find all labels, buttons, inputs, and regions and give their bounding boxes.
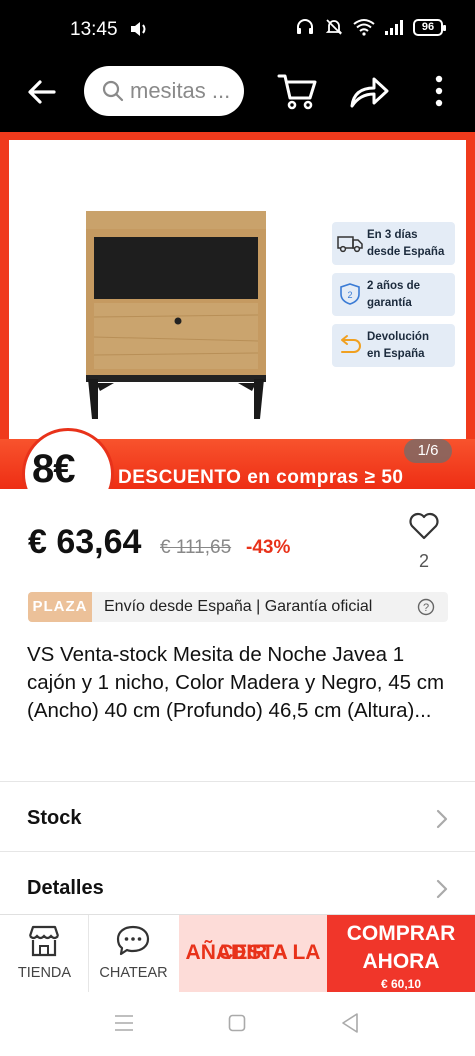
wishlist-count: 2 <box>418 551 429 571</box>
headset-icon <box>297 19 313 34</box>
badge-warranty-line1: 2 años de <box>367 279 421 292</box>
chat-label: CHATEAR <box>99 965 168 981</box>
buy-now-button[interactable]: COMPRAR AHORA € 60,10 <box>327 915 475 993</box>
cart-icon[interactable] <box>276 68 320 112</box>
system-nav-bar <box>0 992 475 1056</box>
back-arrow-icon[interactable] <box>22 72 62 112</box>
help-icon[interactable]: ? <box>417 598 435 616</box>
badge-return-line1: Devolución <box>367 330 429 343</box>
discount-percent: -43% <box>246 537 291 558</box>
badge-delivery-line1: En 3 días <box>367 228 418 241</box>
image-counter: 1/6 <box>404 439 452 463</box>
store-label: TIENDA <box>17 965 72 981</box>
more-options-icon[interactable] <box>426 70 452 112</box>
product-image-gallery[interactable]: En 3 días desde España 2 2 años de garan… <box>0 132 475 489</box>
promo-text: DESCUENTO en compras ≥ 50 <box>118 467 404 488</box>
search-icon <box>102 80 124 102</box>
badge-delivery: En 3 días desde España <box>332 222 455 265</box>
buy-line2: AHORA <box>362 950 440 973</box>
wifi-icon <box>353 19 375 36</box>
truck-icon <box>337 236 363 253</box>
battery-icon: 96 <box>413 18 446 36</box>
stock-label: Stock <box>27 807 82 829</box>
add-to-cart-button[interactable]: AÑADIR A LA CESTA <box>179 915 327 993</box>
product-image <box>86 211 266 419</box>
store-icon <box>28 925 60 957</box>
search-input[interactable]: mesitas ... <box>84 66 244 116</box>
home-icon[interactable] <box>228 1014 246 1032</box>
badge-return-line2: en España <box>367 347 425 360</box>
status-bar: 13:45 96 <box>0 0 475 58</box>
badge-warranty: 2 2 años de garantía <box>332 273 455 316</box>
promo-amount: 8€ <box>32 447 75 489</box>
status-icons: 96 <box>295 17 446 37</box>
mute-bell-icon <box>325 19 343 35</box>
share-icon[interactable] <box>348 70 390 112</box>
current-price: € 63,64 <box>28 523 142 561</box>
chat-button[interactable]: CHATEAR <box>89 915 178 993</box>
buy-line1: COMPRAR <box>346 922 456 945</box>
recent-apps-icon[interactable] <box>114 1014 134 1032</box>
original-price: € 111,65 <box>160 537 232 558</box>
return-icon <box>341 335 361 353</box>
status-time: 13:45 <box>70 19 118 40</box>
svg-text:?: ? <box>423 602 429 614</box>
search-placeholder: mesitas ... <box>130 78 231 103</box>
feature-badges: En 3 días desde España 2 2 años de garan… <box>332 222 455 375</box>
product-title: VS Venta-stock Mesita de Noche Javea 1 c… <box>27 643 445 722</box>
price-section: € 63,64 € 111,65 -43% 2 <box>0 489 475 585</box>
plaza-tag: PLAZA <box>28 592 92 622</box>
svg-text:2: 2 <box>347 290 352 300</box>
badge-return: Devolución en España <box>332 324 455 367</box>
chat-icon <box>116 925 150 956</box>
plaza-text: Envío desde España | Garantía oficial <box>104 598 373 615</box>
volume-icon <box>131 22 146 36</box>
badge-warranty-line2: garantía <box>367 296 412 309</box>
heart-icon[interactable] <box>407 509 441 541</box>
back-triangle-icon[interactable] <box>340 1012 360 1034</box>
add-line2: CESTA <box>218 941 288 964</box>
divider <box>0 781 475 782</box>
buy-price: € 60,10 <box>380 977 422 991</box>
stock-row[interactable]: Stock <box>0 785 475 851</box>
chevron-right-icon <box>436 809 448 829</box>
details-row[interactable]: Detalles <box>0 855 475 921</box>
signal-icon <box>385 20 403 35</box>
bottom-action-bar: TIENDA CHATEAR AÑADIR A LA CESTA COMPRAR… <box>0 914 475 993</box>
chevron-right-icon <box>436 879 448 899</box>
store-button[interactable]: TIENDA <box>0 915 89 993</box>
badge-delivery-line2: desde España <box>367 245 445 258</box>
plaza-info-bar[interactable]: PLAZA Envío desde España | Garantía ofic… <box>28 592 448 622</box>
shield-icon: 2 <box>340 283 360 305</box>
divider <box>0 851 475 852</box>
details-label: Detalles <box>27 877 104 899</box>
top-app-bar: mesitas ... <box>0 58 475 132</box>
